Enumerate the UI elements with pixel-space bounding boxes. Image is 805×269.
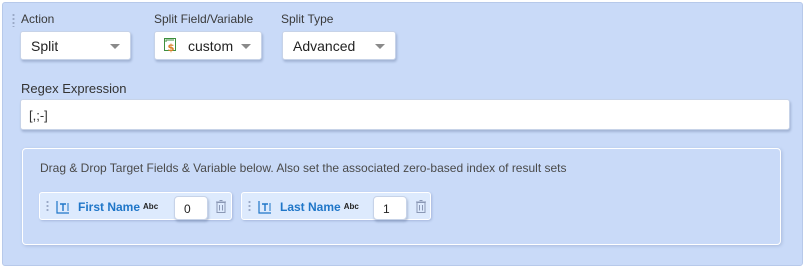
text-field-icon: [258, 201, 271, 214]
chevron-down-icon: [241, 44, 251, 49]
target-fields-dropzone[interactable]: Drag & Drop Target Fields & Variable bel…: [22, 148, 781, 245]
regex-input[interactable]: [,;-]: [20, 99, 790, 130]
text-field-icon: [56, 201, 69, 214]
action-label: Action: [21, 12, 55, 26]
split-field-dropdown[interactable]: $ custom: [154, 31, 262, 60]
chevron-down-icon: [110, 44, 120, 49]
drag-handle-icon[interactable]: [248, 200, 251, 213]
svg-text:$: $: [168, 43, 175, 53]
split-type-label: Split Type: [281, 12, 334, 26]
delete-trash-icon[interactable]: [415, 199, 427, 213]
result-index-value: 1: [383, 202, 390, 216]
action-dropdown[interactable]: Split: [20, 31, 131, 60]
regex-input-value: [,;-]: [29, 108, 48, 123]
split-type-dropdown-value: Advanced: [293, 38, 356, 54]
action-dropdown-value: Split: [31, 38, 59, 54]
dollar-variable-icon: $: [164, 38, 176, 53]
drag-handle-icon[interactable]: [12, 13, 15, 27]
target-field-chip-last-name[interactable]: Last Name Abc 1: [241, 192, 431, 220]
result-index-value: 0: [184, 202, 191, 216]
split-field-dropdown-value: custom: [188, 38, 234, 54]
text-type-badge: Abc: [143, 202, 159, 211]
dropzone-description: Drag & Drop Target Fields & Variable bel…: [40, 161, 567, 175]
result-index-input[interactable]: 1: [373, 196, 407, 220]
delete-trash-icon[interactable]: [215, 199, 227, 213]
target-field-name: First Name Abc: [78, 200, 159, 214]
regex-label: Regex Expression: [21, 81, 127, 96]
text-type-badge: Abc: [343, 202, 359, 211]
split-field-label: Split Field/Variable: [154, 12, 254, 26]
result-index-input[interactable]: 0: [174, 196, 208, 220]
target-field-name: Last Name Abc: [280, 200, 359, 214]
split-action-panel: Action Split Field/Variable Split Type S…: [2, 2, 803, 266]
chevron-down-icon: [375, 44, 385, 49]
drag-handle-icon[interactable]: [46, 200, 49, 213]
split-type-dropdown[interactable]: Advanced: [282, 31, 396, 60]
target-field-chip-first-name[interactable]: First Name Abc 0: [39, 192, 232, 220]
